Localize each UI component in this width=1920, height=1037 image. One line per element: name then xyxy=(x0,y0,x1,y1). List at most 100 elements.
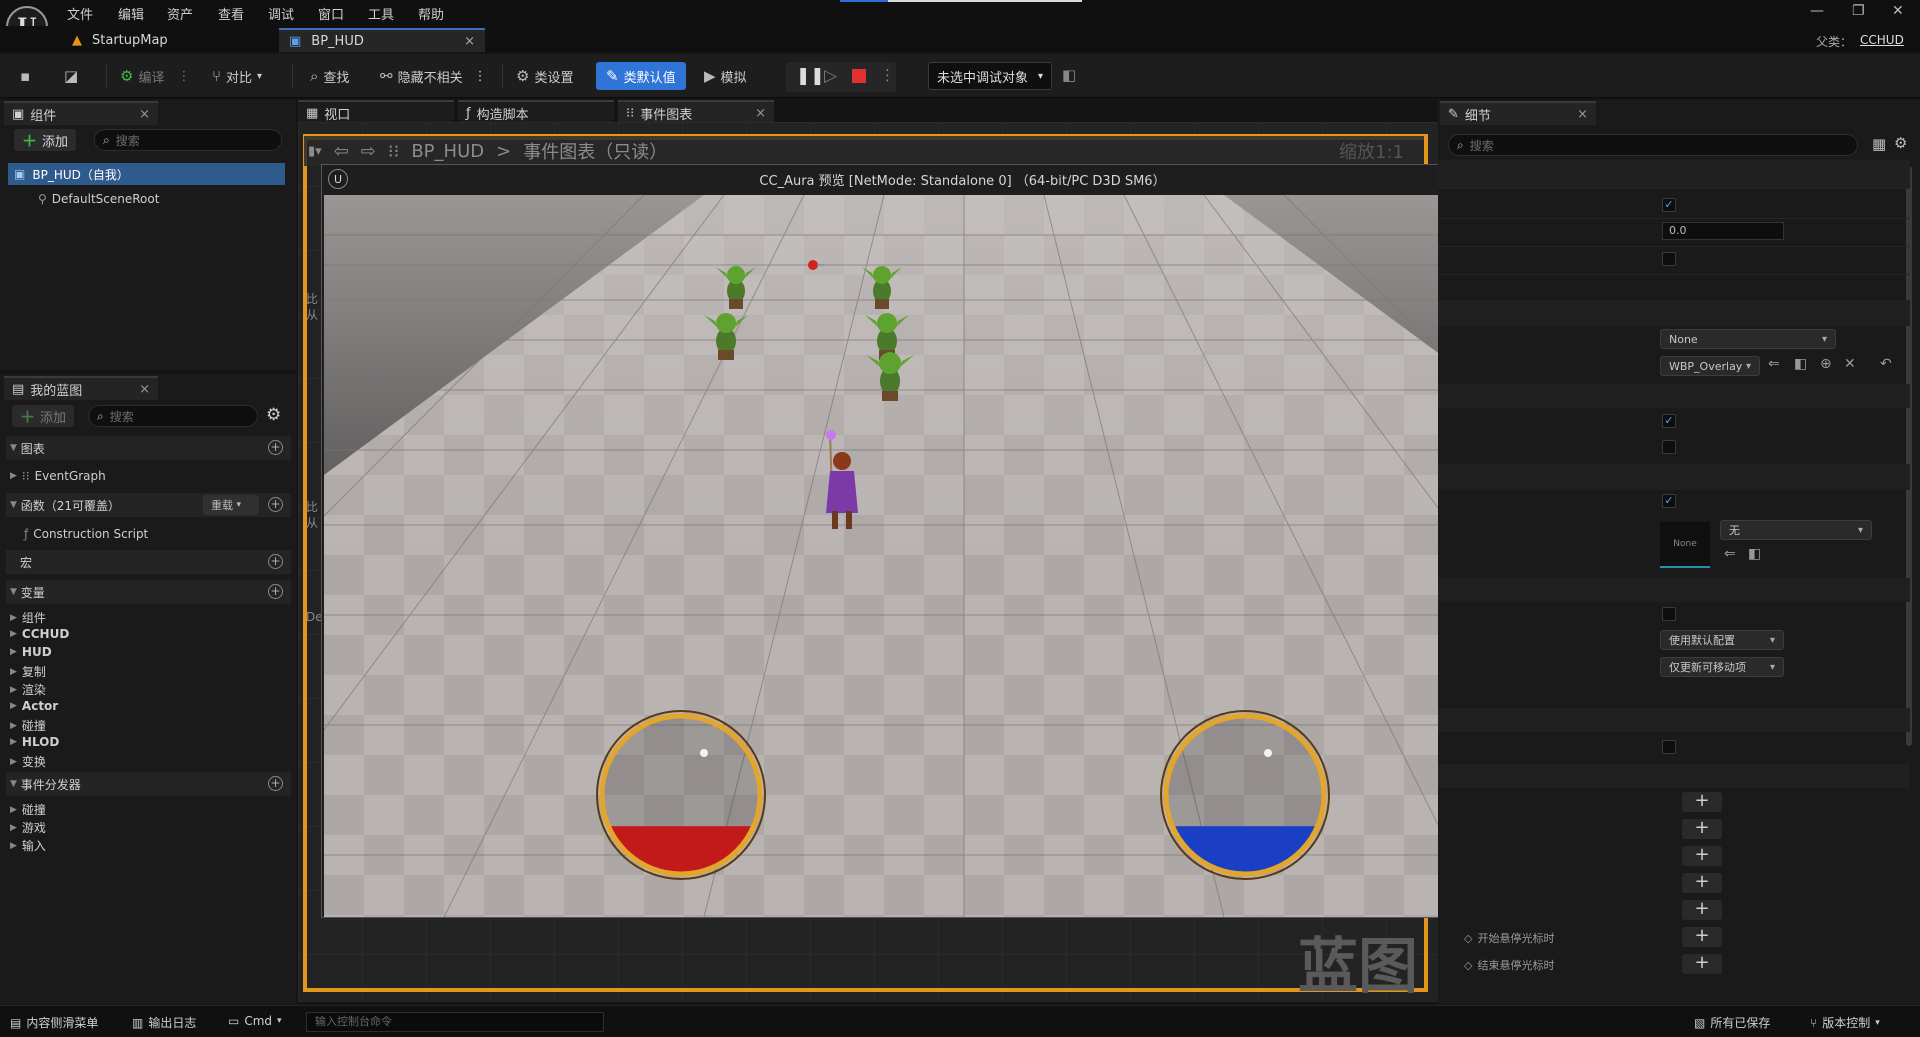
menu-view[interactable]: 查看 xyxy=(218,4,244,23)
menu-window[interactable]: 窗口 xyxy=(318,4,344,23)
all-saved-button[interactable]: ▧ 所有已保存 xyxy=(1694,1014,1770,1031)
add-event-button[interactable]: + xyxy=(1682,819,1722,839)
pause-icon[interactable]: ❚❚ xyxy=(796,66,825,86)
content-drawer-button[interactable]: ▤ 内容侧滑菜单 xyxy=(10,1014,98,1031)
add-circle-icon[interactable]: + xyxy=(268,554,283,569)
variable-category[interactable]: ▶ 变换 xyxy=(10,753,46,770)
close-tab-icon[interactable]: × xyxy=(464,34,475,49)
add-new-icon[interactable]: ⊕ xyxy=(1820,356,1832,372)
overlay-class-dropdown[interactable]: WBP_Overlay ▾ xyxy=(1660,356,1760,376)
details-category-header[interactable] xyxy=(1438,300,1910,326)
add-event-button[interactable]: + xyxy=(1682,846,1722,866)
add-circle-icon[interactable]: + xyxy=(268,776,283,791)
components-tab[interactable]: ▣ 组件 × xyxy=(4,101,158,125)
section-macros[interactable]: 宏 + xyxy=(6,550,291,574)
browse-folder-icon[interactable]: ◧ xyxy=(1748,546,1761,562)
game-preview-window[interactable]: U CC_Aura 预览 [NetMode: Standalone 0] （64… xyxy=(321,164,1604,918)
close-window-icon[interactable]: ✕ xyxy=(1892,3,1904,19)
tab-event-graph[interactable]: ⁝⁝ 事件图表 × xyxy=(618,100,774,124)
menu-debug[interactable]: 调试 xyxy=(268,4,294,23)
dispatcher-category[interactable]: ▶ 游戏 xyxy=(10,819,46,836)
add-event-button[interactable]: + xyxy=(1682,900,1722,920)
variable-category[interactable]: ▶ Actor xyxy=(10,699,58,713)
asset-dropdown[interactable]: 无 ▾ xyxy=(1720,520,1872,540)
details-category-header[interactable] xyxy=(1438,160,1910,188)
component-item-scene-root[interactable]: ⚲ DefaultSceneRoot xyxy=(38,192,159,206)
source-control-button[interactable]: ⑂ 版本控制 ▾ xyxy=(1810,1014,1880,1031)
variable-category[interactable]: ▶ 碰撞 xyxy=(10,717,46,734)
class-settings-button[interactable]: ⚙ 类设置 xyxy=(510,63,579,89)
details-category-header[interactable] xyxy=(1438,764,1910,788)
close-icon[interactable]: × xyxy=(139,382,150,397)
property-checkbox[interactable] xyxy=(1662,440,1676,454)
menu-file[interactable]: 文件 xyxy=(67,4,93,23)
breadcrumb-root[interactable]: BP_HUD xyxy=(411,141,484,162)
tab-bp-hud[interactable]: ▣ BP_HUD × xyxy=(279,28,485,52)
minimize-icon[interactable]: — xyxy=(1810,3,1824,19)
update-mode-dropdown[interactable]: 仅更新可移动项 ▾ xyxy=(1660,657,1784,677)
add-event-button[interactable]: + xyxy=(1682,873,1722,893)
variable-category[interactable]: ▶ HUD xyxy=(10,645,52,659)
details-scrollbar[interactable] xyxy=(1906,166,1912,746)
close-icon[interactable]: × xyxy=(755,106,766,121)
menu-asset[interactable]: 资产 xyxy=(167,4,193,23)
add-event-button[interactable]: + xyxy=(1682,927,1722,947)
game-window-title-bar[interactable]: U CC_Aura 预览 [NetMode: Standalone 0] （64… xyxy=(322,165,1603,193)
add-component-button[interactable]: ＋添加 xyxy=(14,129,77,151)
clear-icon[interactable]: ✕ xyxy=(1844,356,1856,372)
stop-icon[interactable] xyxy=(852,69,866,83)
tab-viewport[interactable]: ▦ 视口 xyxy=(298,100,454,124)
cmd-dropdown[interactable]: ▭ Cmd ▾ xyxy=(228,1014,282,1028)
tab-construction-script[interactable]: ƒ 构造脚本 xyxy=(458,100,614,124)
asset-thumbnail[interactable]: None xyxy=(1660,522,1710,568)
function-item-construction-script[interactable]: ƒ Construction Script xyxy=(24,527,148,541)
use-selected-icon[interactable]: ⇐ xyxy=(1768,356,1780,372)
dispatcher-category[interactable]: ▶ 输入 xyxy=(10,837,46,854)
output-log-button[interactable]: ▥ 输出日志 xyxy=(132,1014,196,1031)
section-functions[interactable]: ▼ 函数（21可覆盖） 重载 ▾ + xyxy=(6,493,291,517)
diff-button[interactable]: ⑂ 对比 ▾ xyxy=(206,63,268,89)
dispatcher-category[interactable]: ▶ 碰撞 xyxy=(10,801,46,818)
property-checkbox[interactable]: ✓ xyxy=(1662,198,1676,212)
bookmark-icon[interactable]: ▮▾ xyxy=(308,144,322,159)
add-event-button[interactable]: + xyxy=(1682,792,1722,812)
variable-category[interactable]: ▶ CCHUD xyxy=(10,627,69,641)
property-checkbox[interactable] xyxy=(1662,252,1676,266)
game-viewport[interactable] xyxy=(324,195,1603,917)
override-dropdown[interactable]: 重载 ▾ xyxy=(203,495,259,515)
more-icon[interactable]: ⋮ xyxy=(880,66,895,84)
component-item-self[interactable]: ▣ BP_HUD（自我） xyxy=(8,163,285,185)
add-circle-icon[interactable]: + xyxy=(268,584,283,599)
menu-edit[interactable]: 编辑 xyxy=(118,4,144,23)
browse-button[interactable]: ◪ xyxy=(58,63,84,89)
compile-button[interactable]: ⚙ 编译 ⋮ xyxy=(114,63,196,89)
console-command-input[interactable]: 输入控制台命令 xyxy=(306,1012,604,1032)
blueprint-search-input[interactable]: ⌕ 搜索 xyxy=(88,405,258,427)
details-category-header[interactable] xyxy=(1438,384,1910,408)
table-view-icon[interactable]: ▦ xyxy=(1872,135,1886,153)
hide-unrelated-button[interactable]: ⚯ 隐藏不相关 ⋮ xyxy=(374,63,493,89)
property-checkbox[interactable] xyxy=(1662,607,1676,621)
find-button[interactable]: ⌕ 查找 xyxy=(304,63,355,89)
details-tab[interactable]: ✎ 细节 × xyxy=(1440,101,1596,125)
variable-category[interactable]: ▶ 组件 xyxy=(10,609,46,626)
menu-help[interactable]: 帮助 xyxy=(418,4,444,23)
property-checkbox[interactable] xyxy=(1662,740,1676,754)
variable-category[interactable]: ▶ HLOD xyxy=(10,735,59,749)
graph-item-eventgraph[interactable]: ▶ ⁝⁝ EventGraph xyxy=(10,469,106,483)
menu-tools[interactable]: 工具 xyxy=(368,4,394,23)
settings-gear-icon[interactable]: ⚙ xyxy=(266,405,281,425)
add-member-button[interactable]: ＋添加 xyxy=(12,405,75,427)
debug-target-dropdown[interactable]: 未选中调试对象 ▾ xyxy=(928,62,1052,90)
back-arrow-icon[interactable]: ⇦ xyxy=(334,141,349,162)
tab-startup-map[interactable]: ▲ StartupMap xyxy=(62,28,277,52)
variable-category[interactable]: ▶ 渲染 xyxy=(10,681,46,698)
use-selected-icon[interactable]: ⇐ xyxy=(1724,546,1736,562)
close-icon[interactable]: × xyxy=(139,107,150,122)
components-search-input[interactable]: ⌕ 搜索 xyxy=(94,129,282,151)
float-field[interactable]: 0.0 xyxy=(1662,222,1784,240)
details-category-header[interactable] xyxy=(1438,464,1910,490)
gear-icon[interactable]: ⚙ xyxy=(1894,134,1907,152)
variable-category[interactable]: ▶ 复制 xyxy=(10,663,46,680)
details-search-input[interactable]: ⌕ 搜索 xyxy=(1448,134,1858,156)
